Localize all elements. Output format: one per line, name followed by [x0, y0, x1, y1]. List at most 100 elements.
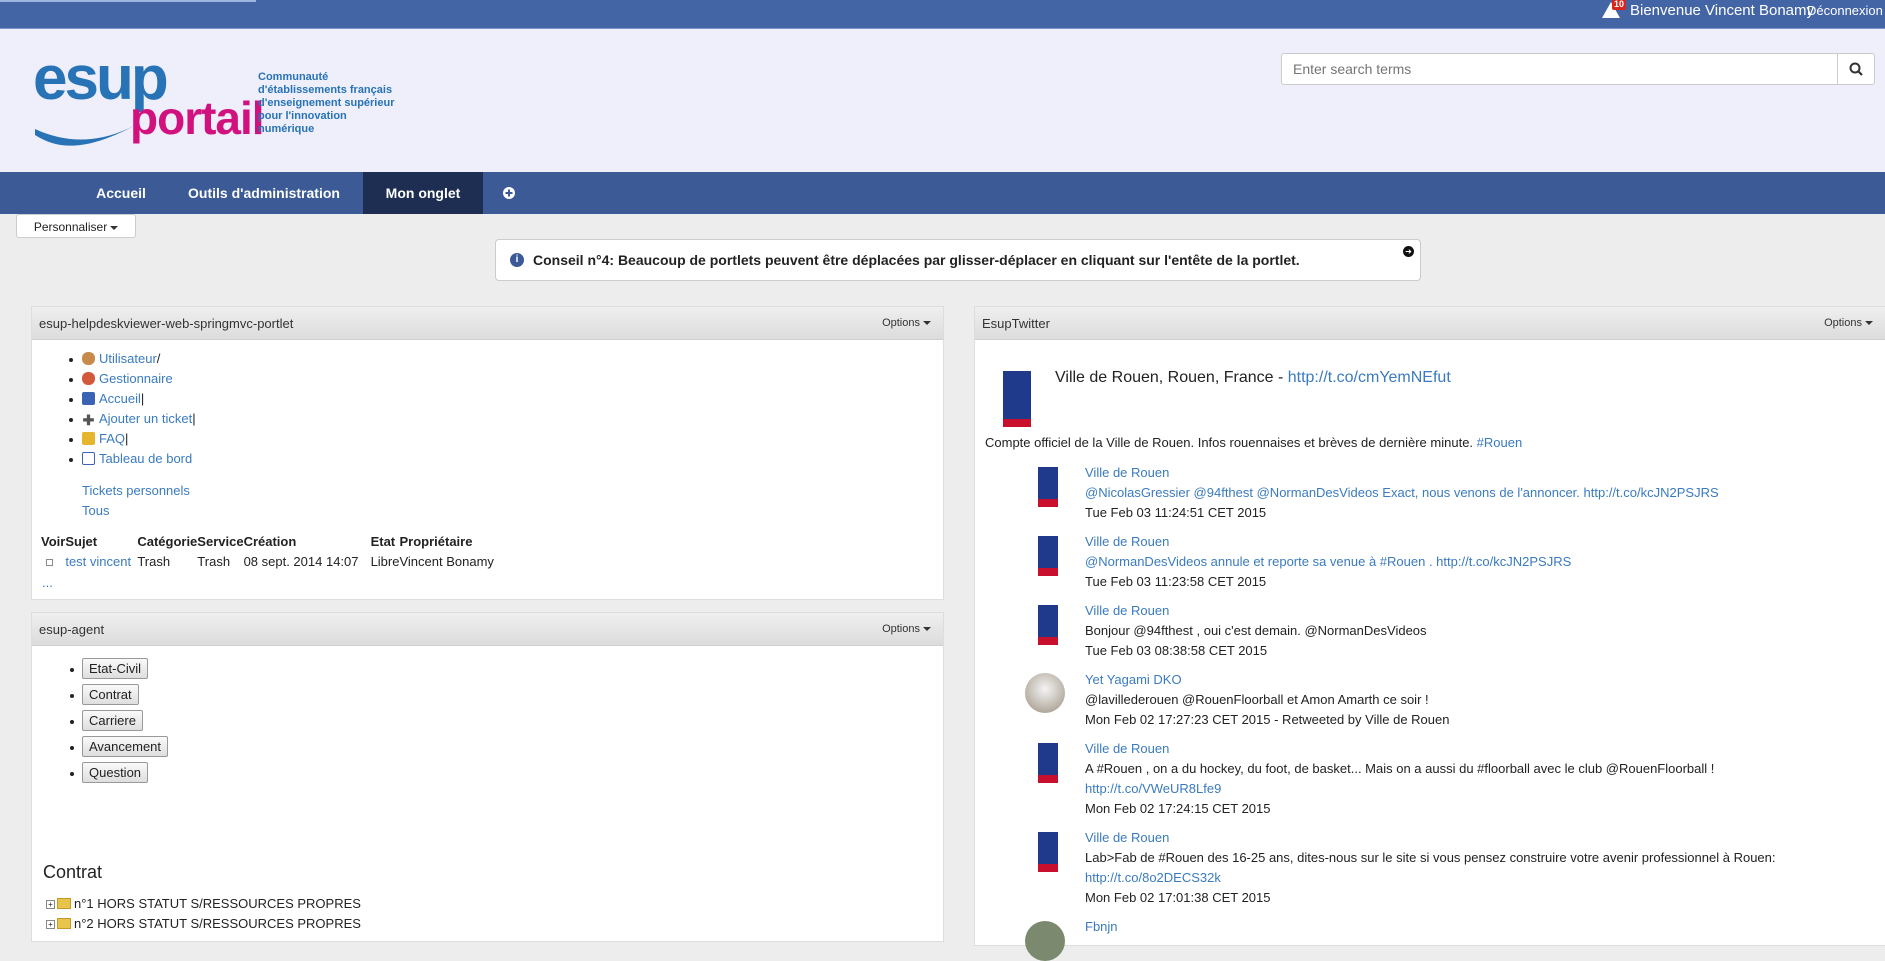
tree-node[interactable]: + n°1 HORS STATUT S/RESSOURCES PROPRES: [46, 896, 361, 911]
tweet-author[interactable]: Ville de Rouen: [1085, 463, 1719, 483]
cell-sujet: test vincent: [65, 551, 137, 571]
portlet-title: EsupTwitter: [982, 316, 1050, 331]
search-button[interactable]: [1837, 53, 1875, 85]
logo-wave-icon: [35, 121, 143, 146]
contrat-button[interactable]: Contrat: [82, 684, 139, 705]
avatar: [1038, 605, 1058, 645]
menu-item-ajouter-ticket: ✚ Ajouter un ticket|: [69, 409, 196, 429]
portlet-options-button[interactable]: Options: [882, 623, 931, 635]
tab-accueil[interactable]: Accueil: [80, 172, 162, 214]
folder-icon: [57, 898, 71, 909]
helpdesk-portlet: esup-helpdeskviewer-web-springmvc-portle…: [31, 306, 944, 600]
link-tableau-de-bord[interactable]: Tableau de bord: [99, 451, 192, 466]
tip-text: Conseil n°4: Beaucoup de portlets peuven…: [533, 252, 1300, 268]
tweet: Yet Yagami DKO @lavillederouen @RouenFlo…: [1085, 670, 1449, 730]
caret-down-icon: [1865, 321, 1873, 326]
tweet-link[interactable]: http://t.co/8o2DECS32k: [1085, 868, 1776, 888]
filter-tickets-personnels[interactable]: Tickets personnels: [82, 483, 190, 498]
portlet-header[interactable]: EsupTwitter Options: [975, 307, 1885, 340]
portlet-options-button[interactable]: Options: [882, 317, 931, 329]
tweet-author[interactable]: Fbnjn: [1085, 917, 1118, 937]
carriere-button[interactable]: Carriere: [82, 710, 143, 731]
more-tickets-link[interactable]: ...: [42, 575, 53, 590]
loading-bar: [0, 0, 256, 2]
customize-dropdown[interactable]: Personnaliser: [16, 214, 136, 238]
list-item: Etat-Civil: [69, 658, 168, 684]
tickets-table: Voir Sujet Catégorie Service Création Et…: [41, 531, 494, 571]
options-label: Options: [882, 317, 920, 329]
view-cell[interactable]: [41, 551, 65, 571]
avatar: [1038, 832, 1058, 872]
avancement-button[interactable]: Avancement: [82, 736, 169, 757]
link-utilisateur[interactable]: Utilisateur: [99, 351, 157, 366]
link-gestionnaire[interactable]: Gestionnaire: [99, 371, 173, 386]
contrat-heading: Contrat: [43, 862, 103, 882]
logo-tagline: Communauté d'établissements français d'e…: [258, 71, 408, 136]
ticket-link[interactable]: test vincent: [65, 554, 131, 569]
user-icon: [82, 352, 95, 365]
tree-node[interactable]: + n°2 HORS STATUT S/RESSOURCES PROPRES: [46, 916, 361, 931]
menu-item-faq: FAQ|: [69, 429, 196, 449]
col-service: Service: [197, 533, 244, 549]
portlet-header[interactable]: esup-agent Options: [32, 613, 943, 646]
notification-icon[interactable]: 10: [1601, 0, 1627, 19]
view-icon[interactable]: [46, 558, 53, 566]
esup-portail-logo[interactable]: esup portail Communauté d'établissements…: [33, 44, 433, 151]
tweet: Ville de Rouen @NicolasGressier @94fthes…: [1085, 463, 1719, 523]
menu-separator: |: [140, 391, 145, 406]
tweet-date: Mon Feb 02 17:27:23 CET 2015 - Retweeted…: [1085, 712, 1450, 727]
tweet-author[interactable]: Yet Yagami DKO: [1085, 670, 1449, 690]
options-label: Options: [1824, 317, 1862, 329]
tweet-date: Mon Feb 02 17:01:38 CET 2015: [1085, 890, 1271, 905]
profile-desc-text: Compte officiel de la Ville de Rouen. In…: [985, 435, 1477, 450]
folder-icon: [57, 918, 71, 929]
col-etat: Etat: [370, 533, 396, 549]
table-row[interactable]: test vincent Trash Trash 08 sept. 2014 1…: [41, 551, 494, 571]
portlet-title: esup-agent: [39, 622, 105, 637]
expand-icon[interactable]: +: [46, 920, 55, 929]
search-input[interactable]: [1281, 53, 1838, 85]
tagline-line-2: d'établissements français: [258, 84, 393, 96]
tweet-author[interactable]: Ville de Rouen: [1085, 601, 1427, 621]
tweet-author[interactable]: Ville de Rouen: [1085, 532, 1571, 552]
profile-description: Compte officiel de la Ville de Rouen. In…: [985, 435, 1522, 450]
list-item: Contrat: [69, 684, 168, 710]
etat-civil-button[interactable]: Etat-Civil: [82, 658, 149, 679]
filter-tous[interactable]: Tous: [82, 503, 109, 518]
customize-label: Personnaliser: [33, 220, 108, 234]
tab-outils-administration[interactable]: Outils d'administration: [174, 172, 354, 214]
profile-link[interactable]: http://t.co/cmYemNEfut: [1288, 369, 1451, 386]
profile-header: Ville de Rouen, Rouen, France - http://t…: [1055, 369, 1451, 387]
logout-link[interactable]: Déconnexion: [1807, 3, 1883, 18]
tweet-author[interactable]: Ville de Rouen: [1085, 739, 1714, 759]
tweet: Ville de Rouen A #Rouen , on a du hockey…: [1085, 739, 1714, 819]
top-bar: 10 Bienvenue Vincent Bonamy Déconnexion: [0, 0, 1885, 28]
next-tip-icon[interactable]: ➜: [1403, 246, 1414, 257]
link-accueil[interactable]: Accueil: [99, 391, 141, 406]
tweet: Fbnjn: [1085, 917, 1118, 937]
menu-separator: /: [156, 351, 161, 366]
col-creation: Création: [243, 533, 297, 549]
expand-icon[interactable]: +: [46, 900, 55, 909]
hashtag-link[interactable]: #Rouen: [1477, 435, 1523, 450]
link-ajouter-ticket[interactable]: Ajouter un ticket: [99, 411, 192, 426]
dashboard-icon: [82, 452, 95, 465]
tweet-text: @lavillederouen @RouenFloorball et Amon …: [1085, 692, 1429, 707]
link-faq[interactable]: FAQ: [99, 431, 125, 446]
menu-separator: |: [125, 431, 129, 446]
avatar: [1038, 467, 1058, 507]
tweet-author[interactable]: Ville de Rouen: [1085, 828, 1776, 848]
menu-item-utilisateur: Utilisateur/: [69, 349, 196, 369]
col-voir: Voir: [41, 533, 66, 549]
add-tab-button[interactable]: [496, 172, 522, 214]
twitter-portlet: EsupTwitter Options Ville de Rouen, Roue…: [974, 306, 1885, 961]
plus-circle-icon: [503, 187, 515, 199]
portlet-header[interactable]: esup-helpdeskviewer-web-springmvc-portle…: [32, 307, 943, 340]
portlet-options-button[interactable]: Options: [1824, 317, 1873, 329]
tab-mon-onglet[interactable]: Mon onglet: [363, 172, 483, 214]
question-button[interactable]: Question: [82, 762, 149, 783]
home-icon: [82, 392, 95, 405]
tweet-link[interactable]: http://t.co/VWeUR8Lfe9: [1085, 779, 1714, 799]
col-categorie: Catégorie: [137, 533, 198, 549]
portal-header: esup portail Communauté d'établissements…: [0, 28, 1885, 173]
